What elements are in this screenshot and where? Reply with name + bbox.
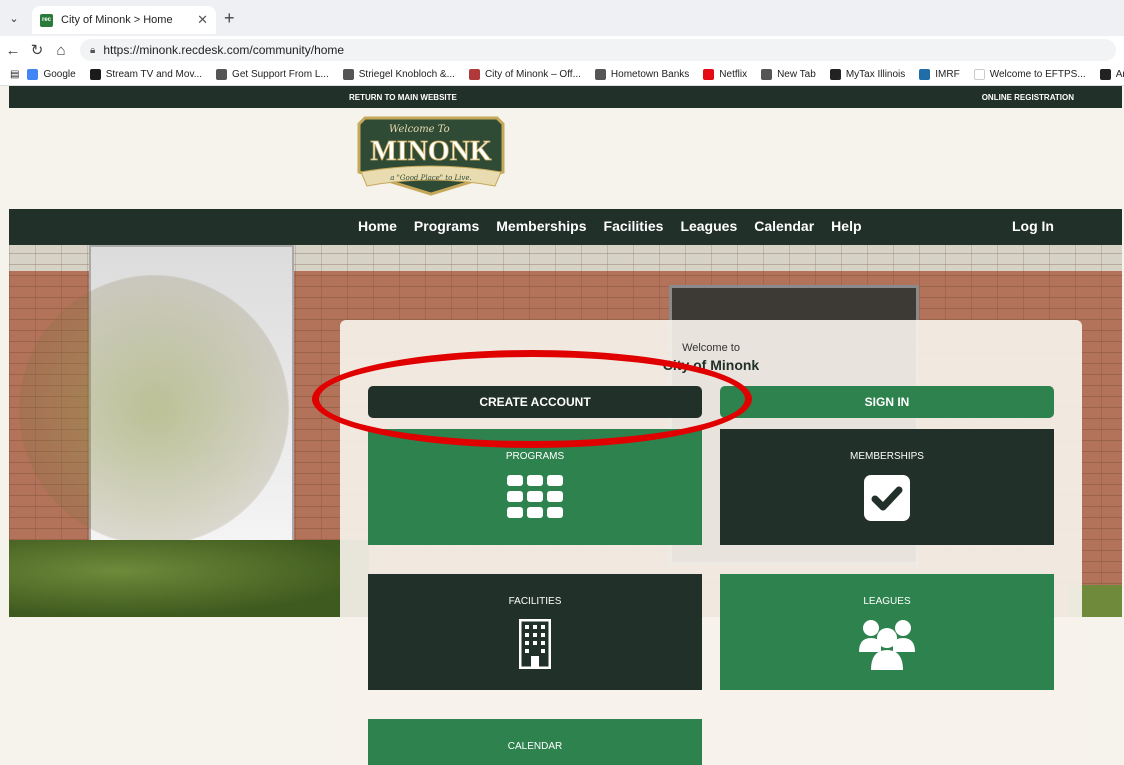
bookmark-item[interactable]: Stream TV and Mov... [89, 69, 203, 80]
bookmark-label: Striegel Knobloch &... [358, 69, 455, 80]
bookmark-item[interactable]: Netflix [703, 69, 747, 80]
hulu-icon [89, 69, 101, 80]
logo-area: Welcome To MINONK a "Good Place" to Live… [9, 108, 1122, 209]
group-users-icon [859, 620, 915, 670]
sidebar-toggle-icon[interactable]: ▤ [10, 69, 19, 80]
memberships-tile[interactable]: MEMBERSHIPS [720, 429, 1054, 545]
tab-close-icon[interactable]: ✕ [197, 12, 208, 28]
return-to-main-website-link[interactable]: RETURN TO MAIN WEBSITE [349, 93, 457, 102]
bookmark-item[interactable]: Striegel Knobloch &... [342, 69, 455, 80]
url-field[interactable]: 🔒︎ https://minonk.recdesk.com/community/… [80, 39, 1116, 61]
home-icon[interactable]: ⌂ [50, 42, 72, 59]
reload-icon[interactable]: ↻ [26, 41, 48, 59]
bank-icon [594, 69, 606, 80]
address-bar-row: ← ↻ ⌂ 🔒︎ https://minonk.recdesk.com/comm… [0, 36, 1124, 64]
logo-welcome-text: Welcome To [389, 124, 450, 135]
recdesk-favicon-icon: rec [40, 13, 53, 27]
nav-item-programs[interactable]: Programs [414, 218, 479, 234]
imrf-icon [919, 69, 931, 80]
bookmark-item[interactable]: Amazon Business [1099, 69, 1124, 80]
nav-item-home[interactable]: Home [358, 218, 397, 234]
back-arrow-icon[interactable]: ← [2, 42, 24, 59]
log-in-link[interactable]: Log In [1012, 218, 1054, 234]
bookmark-label: Get Support From L... [232, 69, 329, 80]
bookmark-label: Google [43, 69, 76, 80]
bookmark-item[interactable]: Hometown Banks [594, 69, 690, 80]
url-text: https://minonk.recdesk.com/community/hom… [103, 43, 345, 57]
bookmark-label: MyTax Illinois [845, 69, 906, 80]
memberships-tile-label: MEMBERSHIPS [850, 451, 924, 462]
calendar-tile[interactable]: CALENDAR [368, 719, 702, 765]
leagues-tile-label: LEAGUES [863, 596, 911, 607]
bookmark-label: New Tab [777, 69, 816, 80]
bookmarks-bar: ▤ Google Stream TV and Mov... Get Support … [0, 64, 1124, 86]
bookmark-item[interactable]: City of Minonk – Off... [468, 69, 581, 80]
bookmark-item[interactable]: New Tab [761, 69, 816, 80]
browser-tab-bar: ⌄ rec City of Minonk > Home ✕ + [0, 0, 1124, 36]
calendar-tile-label: CALENDAR [507, 741, 563, 752]
lock-icon[interactable]: 🔒︎ [90, 45, 95, 56]
bookmark-label: Netflix [719, 69, 748, 80]
bookmark-label: Stream TV and Mov... [105, 69, 203, 80]
eftps-icon [973, 69, 985, 80]
bookmark-item[interactable]: Get Support From L... [216, 69, 329, 80]
minonk-logo[interactable]: Welcome To MINONK a "Good Place" to Live… [355, 112, 507, 198]
nav-item-calendar[interactable]: Calendar [754, 218, 814, 234]
browser-tab[interactable]: rec City of Minonk > Home ✕ [32, 6, 216, 34]
welcome-to-text: Welcome to [682, 342, 740, 354]
bookmark-label: Welcome to EFTPS... [989, 69, 1086, 80]
sign-in-button[interactable]: SIGN IN [720, 386, 1054, 418]
facilities-tile-label: FACILITIES [508, 596, 562, 607]
bookmark-item[interactable]: Google [27, 69, 76, 80]
bookmark-item[interactable]: Welcome to EFTPS... [973, 69, 1086, 80]
globe-icon [761, 69, 773, 80]
nav-items: Home Programs Memberships Facilities Leagues… [358, 218, 879, 234]
tab-list-chevron-icon[interactable]: ⌄ [0, 4, 28, 32]
minonk-icon [468, 69, 480, 80]
red-highlight-oval [312, 350, 752, 448]
checkbox-checked-icon [864, 475, 910, 521]
online-registration-link[interactable]: ONLINE REGISTRATION [982, 93, 1074, 102]
netflix-icon [703, 69, 715, 80]
leagues-tile[interactable]: LEAGUES [720, 574, 1054, 690]
tree [19, 275, 289, 545]
support-icon [216, 69, 228, 80]
bookmark-label: City of Minonk – Off... [484, 69, 581, 80]
nav-item-help[interactable]: Help [831, 218, 861, 234]
grid-icon [507, 475, 563, 518]
tab-title: City of Minonk > Home [61, 14, 173, 26]
globe-icon [342, 69, 354, 80]
illinois-icon [829, 69, 841, 80]
bookmark-label: Hometown Banks [610, 69, 690, 80]
new-tab-plus-icon[interactable]: + [224, 9, 235, 27]
main-navigation: Home Programs Memberships Facilities Leagues… [9, 209, 1122, 245]
building-icon [519, 619, 551, 669]
amazon-icon [1099, 69, 1111, 80]
bookmark-item[interactable]: MyTax Illinois [829, 69, 906, 80]
shrubs [9, 540, 369, 617]
site-top-strip: RETURN TO MAIN WEBSITE ONLINE REGISTRATI… [9, 86, 1122, 108]
nav-item-leagues[interactable]: Leagues [680, 218, 737, 234]
programs-tile-label: PROGRAMS [505, 451, 565, 462]
nav-item-memberships[interactable]: Memberships [496, 218, 586, 234]
logo-name-text: MINONK [370, 136, 492, 167]
bookmark-item[interactable]: IMRF [919, 69, 960, 80]
logo-ribbon-text: a "Good Place" to Live. [390, 174, 471, 182]
bookmark-label: IMRF [935, 69, 960, 80]
facilities-tile[interactable]: FACILITIES [368, 574, 702, 690]
google-icon [27, 69, 39, 80]
bookmark-label: Amazon Business [1115, 69, 1124, 80]
nav-item-facilities[interactable]: Facilities [604, 218, 664, 234]
